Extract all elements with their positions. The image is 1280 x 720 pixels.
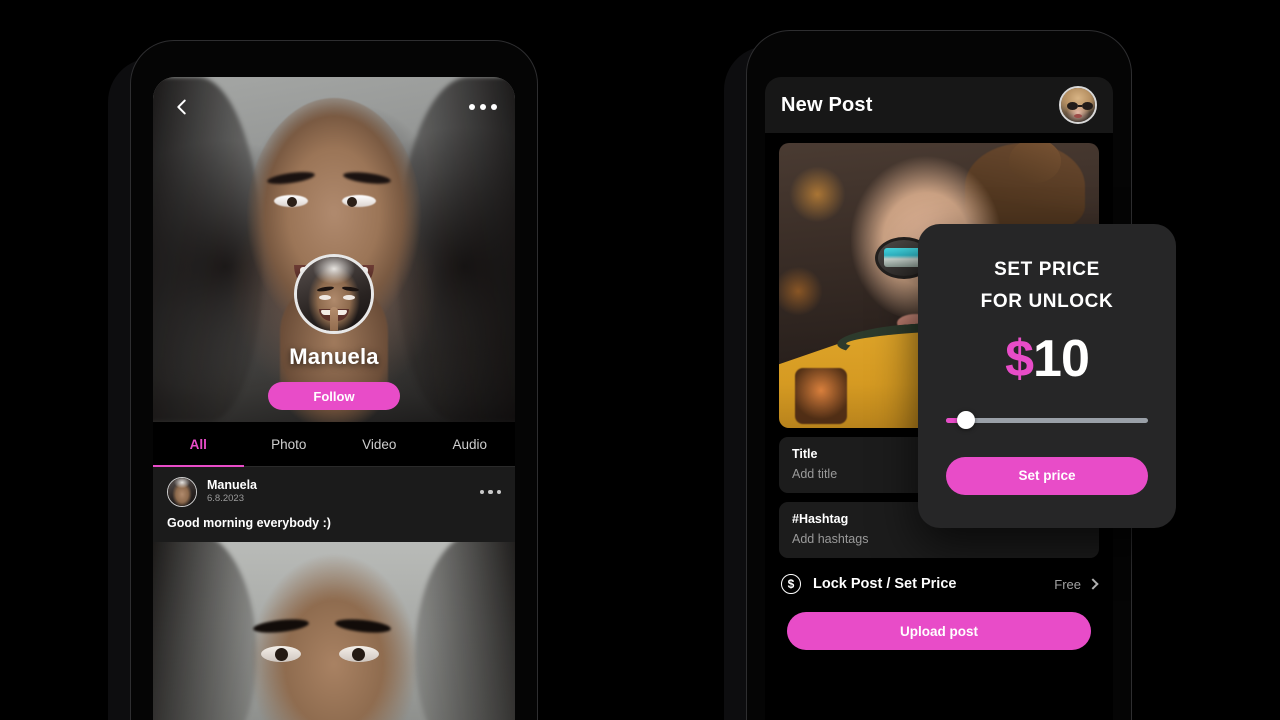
upload-post-button[interactable]: Upload post <box>787 612 1091 650</box>
slider-thumb[interactable] <box>957 410 976 429</box>
price-slider[interactable] <box>946 410 1148 429</box>
currency-symbol: $ <box>1005 329 1034 388</box>
tab-photo[interactable]: Photo <box>244 422 335 466</box>
set-price-title-line2: FOR UNLOCK <box>980 291 1114 313</box>
post-pupil-left <box>275 648 288 661</box>
lens-right <box>1082 102 1093 110</box>
post-date: 6.8.2023 <box>207 493 244 505</box>
lock-post-value: Free <box>1054 576 1081 592</box>
avatar-image <box>168 478 196 506</box>
more-horizontal-icon[interactable] <box>469 104 497 110</box>
cover-pupil-right <box>347 197 357 207</box>
tab-all[interactable]: All <box>153 422 244 467</box>
page-title: New Post <box>781 93 873 116</box>
profile-screen: Manuela Follow All Photo Video Audio Man… <box>153 77 515 720</box>
post-face <box>250 554 418 720</box>
user-avatar[interactable] <box>1059 86 1097 124</box>
profile-top-bar <box>153 77 515 137</box>
set-price-modal: SET PRICE FOR UNLOCK $10 Set price <box>918 224 1176 528</box>
avatar-eye-left <box>319 295 331 300</box>
chevron-left-icon[interactable] <box>171 96 193 118</box>
left-phone-frame: Manuela Follow All Photo Video Audio Man… <box>130 40 538 720</box>
set-price-button[interactable]: Set price <box>946 456 1148 495</box>
bridge <box>1078 105 1082 107</box>
profile-tabs: All Photo Video Audio <box>153 422 515 467</box>
post-hair-left <box>153 542 257 720</box>
avatar-lips <box>1074 114 1082 118</box>
lens-left <box>1067 102 1078 110</box>
post-author-row: Manuela 6.8.2023 <box>167 477 501 507</box>
avatar-eye-right <box>343 295 355 300</box>
media-tattoo <box>795 368 847 424</box>
post-photo[interactable] <box>153 542 515 720</box>
price-display: $10 <box>946 333 1148 385</box>
post-hair-right <box>415 542 515 720</box>
lock-post-row[interactable]: $ Lock Post / Set Price Free <box>779 574 1099 594</box>
dot <box>479 489 484 495</box>
cover-pupil-left <box>287 197 297 207</box>
avatar-finger <box>330 307 338 331</box>
price-amount: 10 <box>1033 329 1090 388</box>
feed-post-header: Manuela 6.8.2023 Good morning everybody … <box>153 467 515 542</box>
dot <box>488 489 493 495</box>
post-meta: Manuela 6.8.2023 <box>207 478 480 506</box>
profile-cover-photo: Manuela Follow <box>153 77 515 422</box>
set-price-title-line1: SET PRICE <box>994 259 1100 280</box>
sunglasses-icon <box>1067 102 1093 110</box>
new-post-header: New Post <box>765 77 1113 133</box>
dollar-coin-icon: $ <box>781 574 801 594</box>
post-more-horizontal-icon[interactable] <box>479 489 501 495</box>
lock-post-label: Lock Post / Set Price <box>813 576 957 592</box>
follow-button[interactable]: Follow <box>268 382 400 410</box>
dot <box>491 104 497 110</box>
dot <box>480 104 486 110</box>
dot <box>469 104 475 110</box>
tab-video[interactable]: Video <box>334 422 425 466</box>
hashtag-field-placeholder: Add hashtags <box>792 532 869 546</box>
dot <box>496 489 501 495</box>
mockup-stage: Manuela Follow All Photo Video Audio Man… <box>0 0 1280 720</box>
slider-track <box>946 417 1148 423</box>
post-author-avatar[interactable] <box>167 477 197 507</box>
tab-audio[interactable]: Audio <box>425 422 516 466</box>
profile-avatar[interactable] <box>294 254 374 334</box>
chevron-right-icon <box>1087 578 1099 590</box>
profile-identity-block: Manuela Follow <box>153 254 515 422</box>
post-author-name: Manuela <box>207 477 258 492</box>
post-caption: Good morning everybody :) <box>167 516 331 530</box>
post-pupil-right <box>352 648 365 661</box>
page-title: Manuela <box>289 344 379 369</box>
